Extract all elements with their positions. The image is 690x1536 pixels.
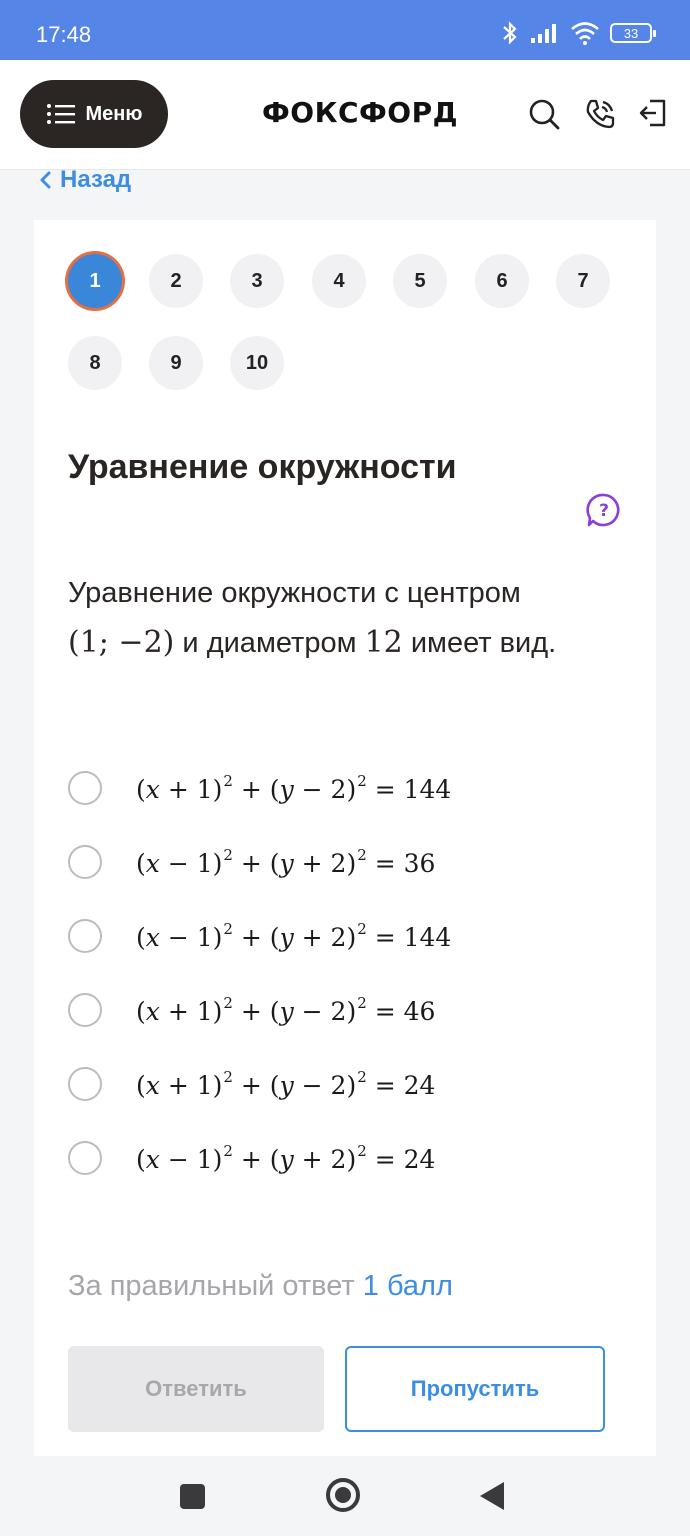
- formula: (x + 1)2 + (y − 2)2 = 46: [136, 994, 436, 1026]
- top-header: Меню ФОКСФОРД: [0, 60, 690, 170]
- radio-button[interactable]: [68, 919, 102, 953]
- points-value: 1 балл: [362, 1270, 453, 1302]
- formula: (x − 1)2 + (y + 2)2 = 24: [136, 1142, 436, 1174]
- question-text: Уравнение окружности с центром (1; −2) и…: [68, 568, 628, 668]
- question-part-3: имеет вид.: [402, 627, 557, 659]
- search-icon[interactable]: [528, 98, 560, 130]
- radio-button[interactable]: [68, 993, 102, 1027]
- answer-option-5[interactable]: (x + 1)2 + (y − 2)2 = 24: [68, 1054, 435, 1114]
- system-nav-bar: [0, 1456, 690, 1536]
- question-number-1[interactable]: 1: [68, 254, 122, 308]
- logout-icon[interactable]: [638, 98, 668, 128]
- answer-option-6[interactable]: (x − 1)2 + (y + 2)2 = 24: [68, 1128, 435, 1188]
- diameter-value: 12: [364, 625, 403, 660]
- back-label: Назад: [60, 166, 132, 193]
- question-number-7[interactable]: 7: [556, 254, 610, 308]
- question-number-10[interactable]: 10: [230, 336, 284, 390]
- question-number-6[interactable]: 6: [475, 254, 529, 308]
- answer-option-2[interactable]: (x − 1)2 + (y + 2)2 = 36: [68, 832, 435, 892]
- help-bubble-icon[interactable]: ?: [586, 492, 622, 528]
- formula: (x + 1)2 + (y − 2)2 = 24: [136, 1068, 436, 1100]
- bluetooth-icon: [503, 21, 517, 45]
- question-part-1: Уравнение окружности с центром: [68, 577, 521, 609]
- home-button[interactable]: [326, 1478, 360, 1512]
- wifi-icon: [571, 22, 599, 45]
- answer-button[interactable]: Ответить: [68, 1346, 324, 1432]
- answer-option-4[interactable]: (x + 1)2 + (y − 2)2 = 46: [68, 980, 435, 1040]
- chevron-left-icon: [40, 171, 51, 189]
- menu-label: Меню: [85, 102, 143, 125]
- question-part-2: и диаметром: [174, 627, 365, 659]
- battery-level: 33: [623, 25, 639, 41]
- status-bar: 17:48 33: [0, 0, 690, 60]
- radio-button[interactable]: [68, 771, 102, 805]
- formula: (x + 1)2 + (y − 2)2 = 144: [136, 772, 452, 804]
- battery-icon: 33: [610, 23, 656, 43]
- question-number-4[interactable]: 4: [312, 254, 366, 308]
- skip-button[interactable]: Пропустить: [345, 1346, 605, 1432]
- question-number-5[interactable]: 5: [393, 254, 447, 308]
- question-number-8[interactable]: 8: [68, 336, 122, 390]
- points-label: За правильный ответ: [68, 1270, 363, 1302]
- radio-button[interactable]: [68, 1067, 102, 1101]
- status-icons: 33: [500, 20, 656, 46]
- question-number-2[interactable]: 2: [149, 254, 203, 308]
- back-link[interactable]: Назад: [38, 166, 131, 194]
- menu-button[interactable]: Меню: [20, 80, 168, 148]
- status-time: 17:48: [36, 22, 92, 47]
- signal-icon: [531, 24, 556, 43]
- back-button[interactable]: [480, 1482, 504, 1510]
- svg-text:?: ?: [599, 501, 609, 521]
- question-number-9[interactable]: 9: [149, 336, 203, 390]
- center-point: (1; −2): [68, 625, 175, 660]
- radio-button[interactable]: [68, 845, 102, 879]
- phone-icon[interactable]: [584, 98, 616, 130]
- recent-apps-button[interactable]: [180, 1484, 205, 1509]
- task-title: Уравнение окружности: [68, 448, 457, 486]
- formula: (x − 1)2 + (y + 2)2 = 144: [136, 920, 452, 952]
- answer-option-3[interactable]: (x − 1)2 + (y + 2)2 = 144: [68, 906, 451, 966]
- answer-option-1[interactable]: (x + 1)2 + (y − 2)2 = 144: [68, 758, 451, 818]
- question-number-3[interactable]: 3: [230, 254, 284, 308]
- logo[interactable]: ФОКСФОРД: [262, 96, 458, 129]
- task-card: 1 2 3 4 5 6 7 8 9 10 Уравнение окружност…: [34, 220, 656, 1456]
- radio-button[interactable]: [68, 1141, 102, 1175]
- formula: (x − 1)2 + (y + 2)2 = 36: [136, 846, 436, 878]
- menu-icon: [46, 104, 75, 124]
- points-info: За правильный ответ 1 балл: [68, 1270, 453, 1303]
